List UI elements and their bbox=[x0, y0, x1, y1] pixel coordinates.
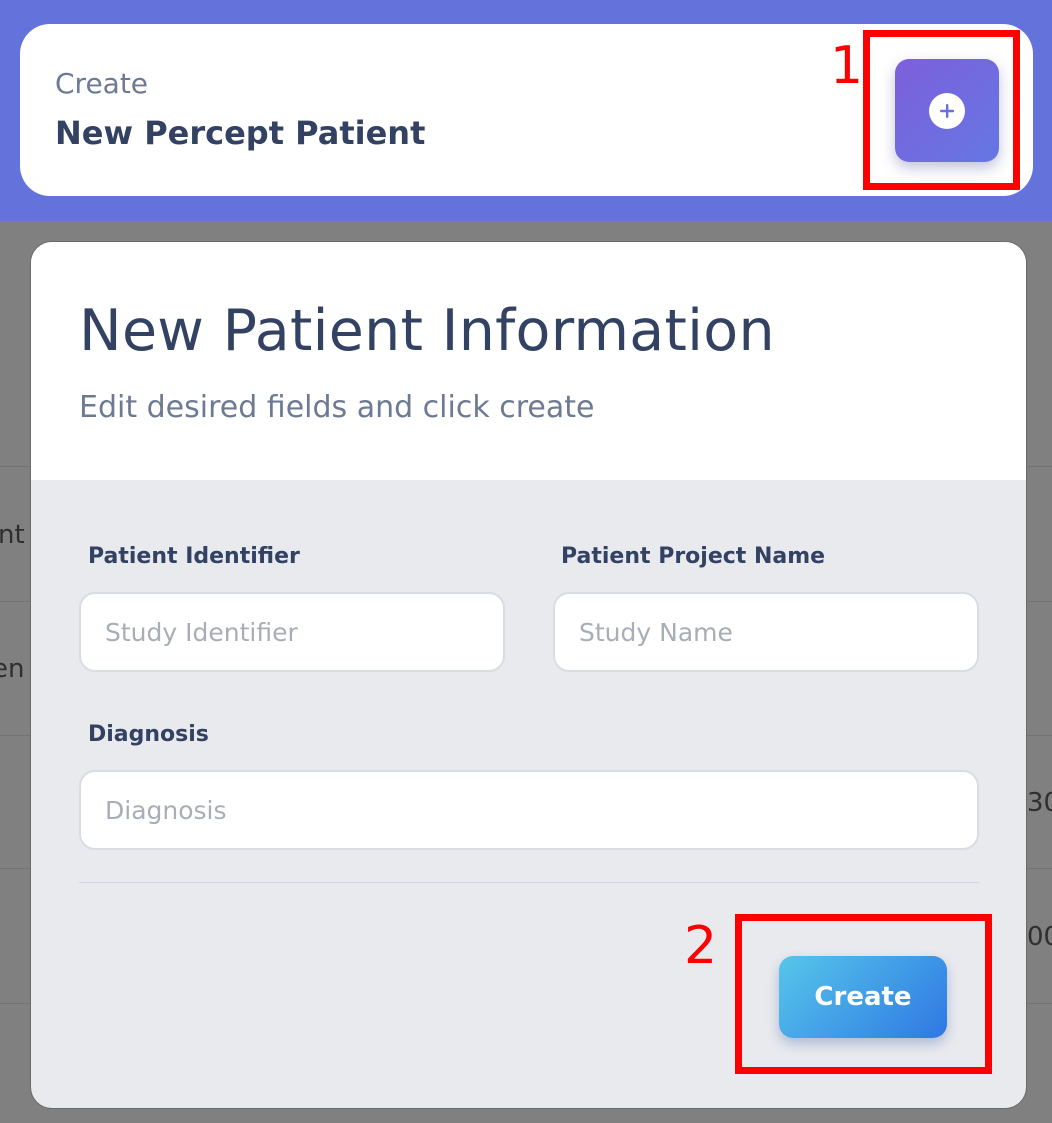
diagnosis-label: Diagnosis bbox=[88, 722, 209, 747]
modal-divider bbox=[79, 882, 979, 883]
annotation-box-2 bbox=[735, 914, 992, 1074]
background-cell-text: 30 bbox=[1027, 788, 1052, 818]
annotation-number-1: 1 bbox=[830, 36, 864, 96]
background-cell-text: 00 bbox=[1027, 922, 1052, 952]
card-kicker: Create bbox=[55, 67, 149, 100]
patient-identifier-label: Patient Identifier bbox=[88, 544, 300, 569]
background-cell-text: en bbox=[0, 654, 25, 684]
modal-header: New Patient Information Edit desired fie… bbox=[31, 242, 1026, 480]
modal-subtitle: Edit desired fields and click create bbox=[79, 390, 595, 425]
patient-project-name-input[interactable] bbox=[553, 592, 979, 672]
card-title: New Percept Patient bbox=[55, 114, 426, 152]
modal-title: New Patient Information bbox=[79, 298, 775, 364]
diagnosis-input[interactable] bbox=[79, 770, 979, 850]
annotation-box-1 bbox=[863, 30, 1020, 190]
annotation-number-2: 2 bbox=[684, 916, 718, 976]
patient-identifier-input[interactable] bbox=[79, 592, 505, 672]
background-cell-text: ent bbox=[0, 520, 25, 550]
patient-project-name-label: Patient Project Name bbox=[561, 544, 826, 569]
